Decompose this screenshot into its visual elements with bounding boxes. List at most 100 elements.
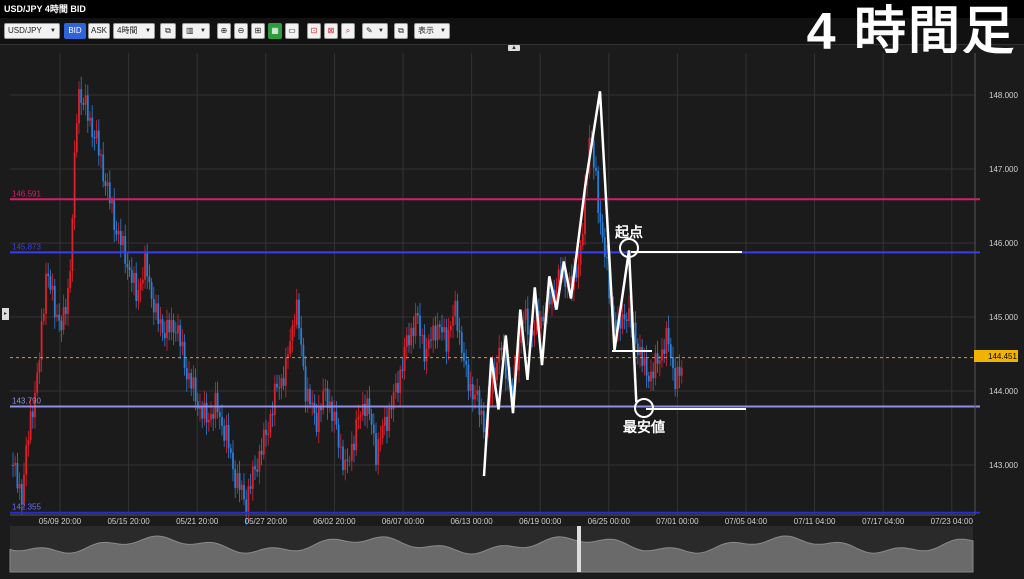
- candle-body: [284, 357, 287, 386]
- candle-body: [540, 316, 542, 329]
- candle-body: [119, 231, 122, 246]
- candle-body: [111, 200, 113, 204]
- layout-icon[interactable]: ⊞: [251, 23, 265, 39]
- candle-body: [654, 353, 657, 379]
- x-tick-label: 05/09 20:00: [39, 517, 82, 526]
- y-tick-label: 146.000: [989, 239, 1018, 248]
- candle-body: [207, 419, 210, 423]
- bid-button[interactable]: BID: [64, 23, 86, 39]
- candle-body: [333, 411, 336, 421]
- candle-body: [179, 325, 182, 347]
- y-tick-label: 148.000: [989, 91, 1018, 100]
- window-icon[interactable]: ▭: [285, 23, 299, 39]
- period-select[interactable]: 4時間: [113, 23, 155, 39]
- candle-body: [603, 237, 606, 258]
- x-tick-label: 05/21 20:00: [176, 517, 219, 526]
- candle-body: [665, 328, 668, 354]
- candle-body: [425, 348, 428, 362]
- candle-body: [647, 375, 650, 382]
- candle-body: [104, 181, 107, 186]
- candle-body: [71, 218, 74, 272]
- candle-body: [408, 335, 410, 346]
- candle-body: [31, 411, 34, 418]
- copy-icon[interactable]: ⧉: [394, 23, 408, 39]
- candle-body: [12, 465, 14, 466]
- candle-body: [133, 272, 135, 283]
- candle-body: [172, 319, 175, 333]
- candle-body: [478, 390, 481, 415]
- candle-body: [49, 276, 52, 290]
- navigator-handle[interactable]: [577, 526, 581, 572]
- candle-body: [122, 236, 124, 246]
- candle-body: [542, 316, 545, 322]
- candle-body: [240, 484, 243, 490]
- link-icon[interactable]: ⧉: [160, 23, 176, 39]
- candle-body: [47, 273, 50, 277]
- candle-body: [117, 231, 120, 235]
- zoom-out-icon[interactable]: ⊖: [234, 23, 248, 39]
- candle-body: [234, 469, 237, 488]
- draw-pen-icon[interactable]: ✎: [362, 23, 388, 39]
- indicator-remove-icon[interactable]: ⊠: [324, 23, 338, 39]
- candle-body: [243, 484, 245, 500]
- candle-body: [390, 407, 393, 410]
- candle-body: [201, 405, 204, 419]
- candle-body: [324, 388, 327, 391]
- candle-body: [628, 308, 630, 321]
- price-chart[interactable]: 146.591 145.873 143.790 142.355 143.000 144.…: [0, 45, 1024, 574]
- candle-body: [210, 414, 212, 420]
- candle-body: [287, 353, 289, 358]
- candle-body: [185, 368, 188, 380]
- search-indicator-icon[interactable]: ⌕: [341, 23, 355, 39]
- candle-body: [474, 394, 476, 400]
- candle-body: [346, 459, 349, 461]
- sidebar-toggle[interactable]: ▸: [2, 308, 9, 320]
- candle-body: [58, 314, 61, 321]
- candle-body: [157, 303, 160, 324]
- candle-body: [656, 353, 659, 364]
- display-menu[interactable]: 表示: [414, 23, 450, 39]
- candle-body: [403, 346, 406, 371]
- candle-body: [53, 285, 56, 318]
- candle-body: [348, 460, 351, 462]
- candle-body: [678, 366, 681, 376]
- candle-body: [311, 402, 314, 405]
- candle-body: [146, 253, 149, 277]
- candle-body: [438, 324, 441, 327]
- indicator-add-icon[interactable]: ⊡: [307, 23, 321, 39]
- candle-body: [141, 279, 144, 284]
- candle-body: [82, 102, 85, 105]
- candle-body: [128, 267, 131, 271]
- candle-body: [386, 416, 388, 431]
- candle-body: [62, 306, 65, 331]
- candle-body: [69, 271, 72, 289]
- chart-type-icon[interactable]: ▥: [182, 23, 210, 39]
- zoom-in-icon[interactable]: ⊕: [217, 23, 231, 39]
- candle-body: [595, 167, 597, 171]
- grid-icon[interactable]: ▦: [268, 23, 282, 39]
- candle-body: [526, 308, 529, 335]
- candle-body: [379, 438, 382, 440]
- ask-button[interactable]: ASK: [88, 23, 110, 39]
- candle-body: [89, 117, 91, 121]
- candle-body: [75, 123, 78, 153]
- candle-body: [25, 445, 28, 475]
- candle-body: [276, 383, 278, 388]
- candle-body: [97, 130, 100, 156]
- candle-body: [148, 276, 151, 283]
- x-tick-label: 06/13 00:00: [450, 517, 493, 526]
- candle-body: [370, 413, 373, 425]
- candle-body: [163, 332, 166, 339]
- candle-body: [577, 264, 580, 278]
- candle-body: [232, 452, 234, 470]
- candle-body: [645, 357, 648, 376]
- candle-body: [669, 344, 672, 358]
- panel-splitter[interactable]: ▲: [508, 45, 520, 51]
- pair-select[interactable]: USD/JPY: [4, 23, 60, 39]
- candle-body: [410, 327, 413, 346]
- chart-area[interactable]: 146.591 145.873 143.790 142.355 143.000 144.…: [0, 45, 1024, 574]
- plot-background: [10, 53, 980, 515]
- candle-body: [221, 416, 223, 426]
- candle-body: [188, 373, 190, 380]
- candle-body: [414, 313, 417, 337]
